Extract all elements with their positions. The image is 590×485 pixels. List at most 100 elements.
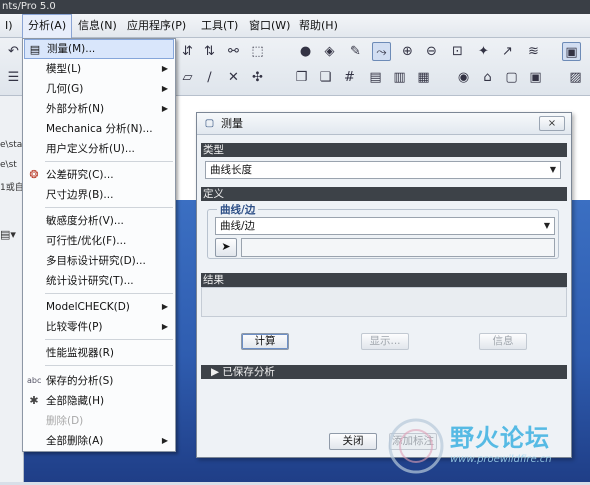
menu-item-user-defined[interactable]: 用户定义分析(U)... [24, 139, 174, 159]
menu-item-saved-analysis[interactable]: abc 保存的分析(S) [24, 371, 174, 391]
type-select[interactable]: 曲线长度 ▼ [205, 161, 561, 179]
watermark-logo-icon [388, 418, 444, 474]
saved-analysis-icon: abc [27, 376, 42, 385]
save-view-icon[interactable]: ▢ [502, 68, 521, 87]
reference-collector[interactable] [241, 238, 555, 257]
menu-item-model[interactable]: 模型(L) ▶ [24, 59, 174, 79]
tolerance-icon: ❂ [29, 168, 39, 181]
layer-icon[interactable]: ☰ [4, 68, 23, 87]
dialog-titlebar[interactable]: ▢ 测量 × [197, 113, 571, 135]
menu-item-performance-monitor[interactable]: 性能监视器(R) [24, 343, 174, 363]
numeric-icon[interactable]: # [340, 68, 359, 87]
coord-icon[interactable]: ✣ [248, 68, 267, 87]
submenu-arrow-icon: ▶ [161, 322, 168, 331]
analysis-menu: ▤ 测量(M)... 模型(L) ▶ 几何(G) ▶ 外部分析(N) ▶ Mec… [22, 38, 176, 452]
table-icon[interactable]: ▤ [366, 68, 385, 87]
menu-tools[interactable]: 工具(T) [196, 14, 243, 38]
copy-icon[interactable]: ❐ [292, 68, 311, 87]
curve-group-label: 曲线/边 [217, 202, 259, 217]
curve-edge-select[interactable]: 曲线/边 ▼ [215, 217, 555, 235]
submenu-arrow-icon: ▶ [161, 84, 168, 93]
undo-icon[interactable]: ↶ [4, 42, 23, 61]
datum-point-icon[interactable]: ∕ [200, 68, 219, 87]
globe-icon[interactable]: ◉ [454, 68, 473, 87]
menu-item-compare-parts[interactable]: 比较零件(P) ▶ [24, 317, 174, 337]
dialog-icon: ▢ [204, 118, 215, 129]
menu-item-mechanica[interactable]: Mechanica 分析(N)... [24, 119, 174, 139]
dialog-title: 测量 [221, 117, 243, 130]
menu-help[interactable]: 帮助(H) [294, 14, 343, 38]
paste-icon[interactable]: ❏ [316, 68, 335, 87]
ruler-icon: ▤ [29, 43, 41, 56]
menu-separator [45, 293, 173, 294]
submenu-arrow-icon: ▶ [161, 104, 168, 113]
window-title: nts/Pro 5.0 [0, 0, 590, 14]
layers-icon[interactable]: ≋ [524, 42, 543, 61]
zoom-in-icon[interactable]: ⊕ [398, 42, 417, 61]
watermark-brand: 野火论坛 [450, 424, 550, 452]
find-icon[interactable]: ⚯ [224, 42, 243, 61]
menubar: I) 分析(A) 信息(N) 应用程序(P) 工具(T) 窗口(W) 帮助(H) [0, 14, 590, 38]
chevron-down-icon: ▼ [543, 221, 550, 230]
menu-separator [45, 161, 173, 162]
menu-info[interactable]: 信息(N) [73, 14, 122, 38]
print-icon[interactable]: ▣ [526, 68, 545, 87]
menu-item-modelcheck[interactable]: ModelCHECK(D) ▶ [24, 297, 174, 317]
close-button[interactable]: 关闭 [329, 433, 377, 450]
regen-manager-icon[interactable]: ⇅ [200, 42, 219, 61]
tree-settings-icon[interactable]: ▤▾ [0, 228, 16, 241]
view-orient-icon[interactable]: ● [296, 42, 315, 61]
compute-button[interactable]: 计算 [241, 333, 289, 350]
select-box-icon[interactable]: ⬚ [248, 42, 267, 61]
menu-hidden[interactable]: I) [0, 14, 18, 38]
menu-item-statistical[interactable]: 统计设计研究(T)... [24, 271, 174, 291]
axis-icon[interactable]: ↗ [498, 42, 517, 61]
section-saved-analysis[interactable]: ▶ 已保存分析 [201, 365, 567, 379]
menu-item-feasibility[interactable]: 可行性/优化(F)... [24, 231, 174, 251]
zoom-out-icon[interactable]: ⊖ [422, 42, 441, 61]
menu-analysis[interactable]: 分析(A) [22, 14, 73, 38]
menu-item-geometry[interactable]: 几何(G) ▶ [24, 79, 174, 99]
section-definition: 定义 [201, 187, 567, 201]
menu-item-delete: 删除(D) [46, 415, 84, 427]
path-fragment: 1或自 [0, 183, 24, 193]
plane-display-icon[interactable]: ◈ [320, 42, 339, 61]
menu-item-dimension-bound[interactable]: 尺寸边界(B)... [24, 185, 174, 205]
submenu-arrow-icon: ▶ [161, 436, 168, 445]
relations-icon[interactable]: ▥ [390, 68, 409, 87]
chevron-down-icon: ▼ [549, 165, 556, 174]
select-pointer-button[interactable]: ➤ [215, 238, 237, 257]
section-type: 类型 [201, 143, 567, 157]
section-result: 结果 [201, 273, 567, 287]
path-fragment: e\st [0, 160, 17, 170]
cross-icon[interactable]: ✕ [224, 68, 243, 87]
plane-icon[interactable]: ▱ [178, 68, 197, 87]
param-icon[interactable]: ▦ [414, 68, 433, 87]
menu-item-delete-all[interactable]: 全部删除(A) ▶ [24, 431, 174, 451]
menu-item-tolerance[interactable]: ❂ 公差研究(C)... [24, 165, 174, 185]
image-icon[interactable]: ▨ [566, 68, 585, 87]
curve-icon[interactable]: ⤳ [372, 42, 391, 61]
measure-dialog: ▢ 测量 × 类型 曲线长度 ▼ 定义 曲线/边 曲线/边 ▼ ➤ 结果 计算 … [196, 112, 572, 458]
close-icon[interactable]: × [539, 116, 565, 131]
point-icon[interactable]: ✦ [474, 42, 493, 61]
camera-icon[interactable]: ⌂ [478, 68, 497, 87]
sketch-icon[interactable]: ✎ [346, 42, 365, 61]
info-button: 信息 [479, 333, 527, 350]
menu-item-multi-objective[interactable]: 多目标设计研究(D)... [24, 251, 174, 271]
menu-item-external-analysis[interactable]: 外部分析(N) ▶ [24, 99, 174, 119]
cursor-icon: ➤ [221, 240, 231, 253]
path-fragment: e\sta [0, 140, 23, 150]
refit-icon[interactable]: ⊡ [448, 42, 467, 61]
show-button: 显示... [361, 333, 409, 350]
menu-item-measure[interactable]: ▤ 测量(M)... [24, 39, 174, 59]
menu-separator [45, 339, 173, 340]
menu-applications[interactable]: 应用程序(P) [122, 14, 191, 38]
submenu-arrow-icon: ▶ [161, 64, 168, 73]
watermark-url: www.proewildfire.cn [450, 454, 552, 465]
menu-item-sensitivity[interactable]: 敏感度分析(V)... [24, 211, 174, 231]
regen-icon[interactable]: ⇵ [178, 42, 197, 61]
settings-icon[interactable]: ▣ [562, 42, 581, 61]
menu-item-hide-all[interactable]: ✱ 全部隐藏(H) [24, 391, 174, 411]
menu-window[interactable]: 窗口(W) [244, 14, 295, 38]
